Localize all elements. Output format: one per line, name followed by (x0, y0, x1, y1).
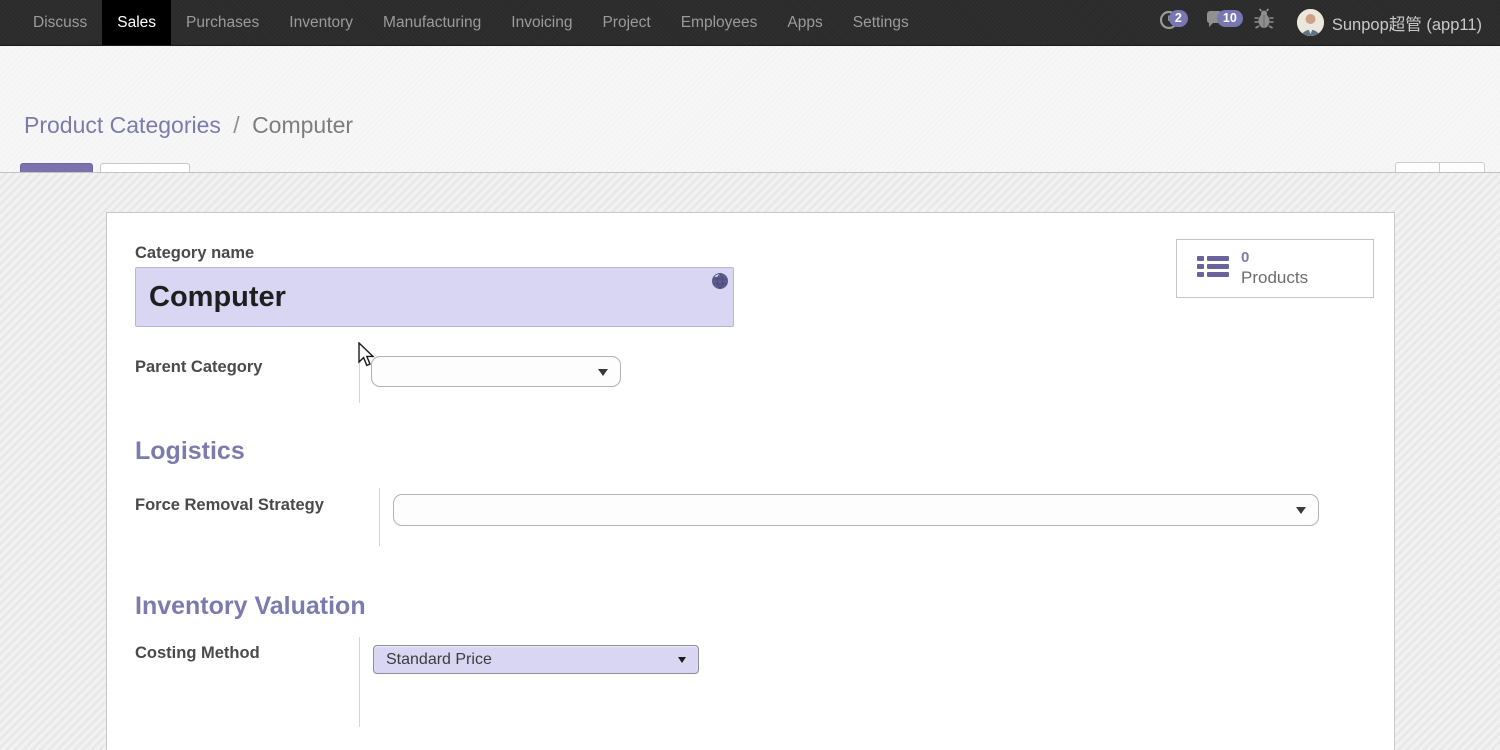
nav-item-sales[interactable]: Sales (102, 0, 171, 45)
main-menu: Discuss Sales Purchases Inventory Manufa… (0, 0, 924, 45)
nav-item-settings[interactable]: Settings (838, 0, 924, 45)
top-navbar: Discuss Sales Purchases Inventory Manufa… (0, 0, 1500, 46)
inventory-valuation-section-title: Inventory Valuation (135, 592, 366, 621)
costing-method-label: Costing Method (135, 644, 260, 663)
nav-item-manufacturing[interactable]: Manufacturing (368, 0, 496, 45)
dropdown-caret-icon (1296, 507, 1306, 514)
nav-item-apps[interactable]: Apps (772, 0, 837, 45)
breadcrumb-parent-link[interactable]: Product Categories (24, 112, 221, 138)
nav-item-project[interactable]: Project (587, 0, 665, 45)
dropdown-caret-icon (678, 657, 686, 663)
activities-badge: 2 (1169, 10, 1188, 27)
systray: 2 10 (1149, 0, 1500, 45)
dropdown-caret-icon (598, 369, 608, 376)
parent-category-label: Parent Category (135, 358, 262, 377)
breadcrumb: Product Categories / Computer (24, 112, 353, 139)
products-label: Products (1241, 267, 1308, 288)
breadcrumb-separator: / (233, 112, 239, 138)
category-name-input[interactable] (135, 267, 734, 327)
debug-menu[interactable] (1243, 0, 1285, 46)
force-removal-strategy-select[interactable] (393, 494, 1319, 526)
user-name: Sunpop超管 (app11) (1332, 11, 1482, 35)
nav-item-invoicing[interactable]: Invoicing (496, 0, 587, 45)
activities-menu[interactable]: 2 (1149, 0, 1191, 46)
nav-item-employees[interactable]: Employees (666, 0, 773, 45)
control-panel: Product Categories / Computer Save Disca… (0, 46, 1500, 172)
messages-badge: 10 (1217, 10, 1243, 27)
costing-method-select[interactable]: Standard Price (373, 645, 699, 674)
costing-method-value: Standard Price (386, 651, 492, 669)
avatar (1297, 9, 1324, 36)
form-sheet: 0 Products Category name Parent Category… (106, 212, 1395, 750)
nav-item-discuss[interactable]: Discuss (18, 0, 102, 45)
user-menu[interactable]: Sunpop超管 (app11) (1289, 9, 1490, 36)
nav-item-inventory[interactable]: Inventory (274, 0, 368, 45)
messages-menu[interactable]: 10 (1195, 0, 1239, 46)
category-name-label: Category name (135, 244, 254, 263)
bug-icon (1253, 8, 1275, 37)
breadcrumb-current: Computer (252, 112, 353, 138)
products-stat-button[interactable]: 0 Products (1176, 239, 1374, 298)
logistics-section-title: Logistics (135, 437, 245, 466)
force-removal-strategy-label: Force Removal Strategy (135, 496, 324, 515)
field-separator (359, 637, 360, 727)
list-icon (1197, 255, 1229, 282)
field-separator (359, 353, 360, 403)
products-count: 0 (1241, 249, 1308, 268)
parent-category-select[interactable] (371, 356, 621, 387)
field-separator (379, 488, 380, 546)
globe-icon[interactable] (711, 272, 729, 290)
nav-item-purchases[interactable]: Purchases (171, 0, 274, 45)
form-view: 0 Products Category name Parent Category… (0, 173, 1500, 750)
